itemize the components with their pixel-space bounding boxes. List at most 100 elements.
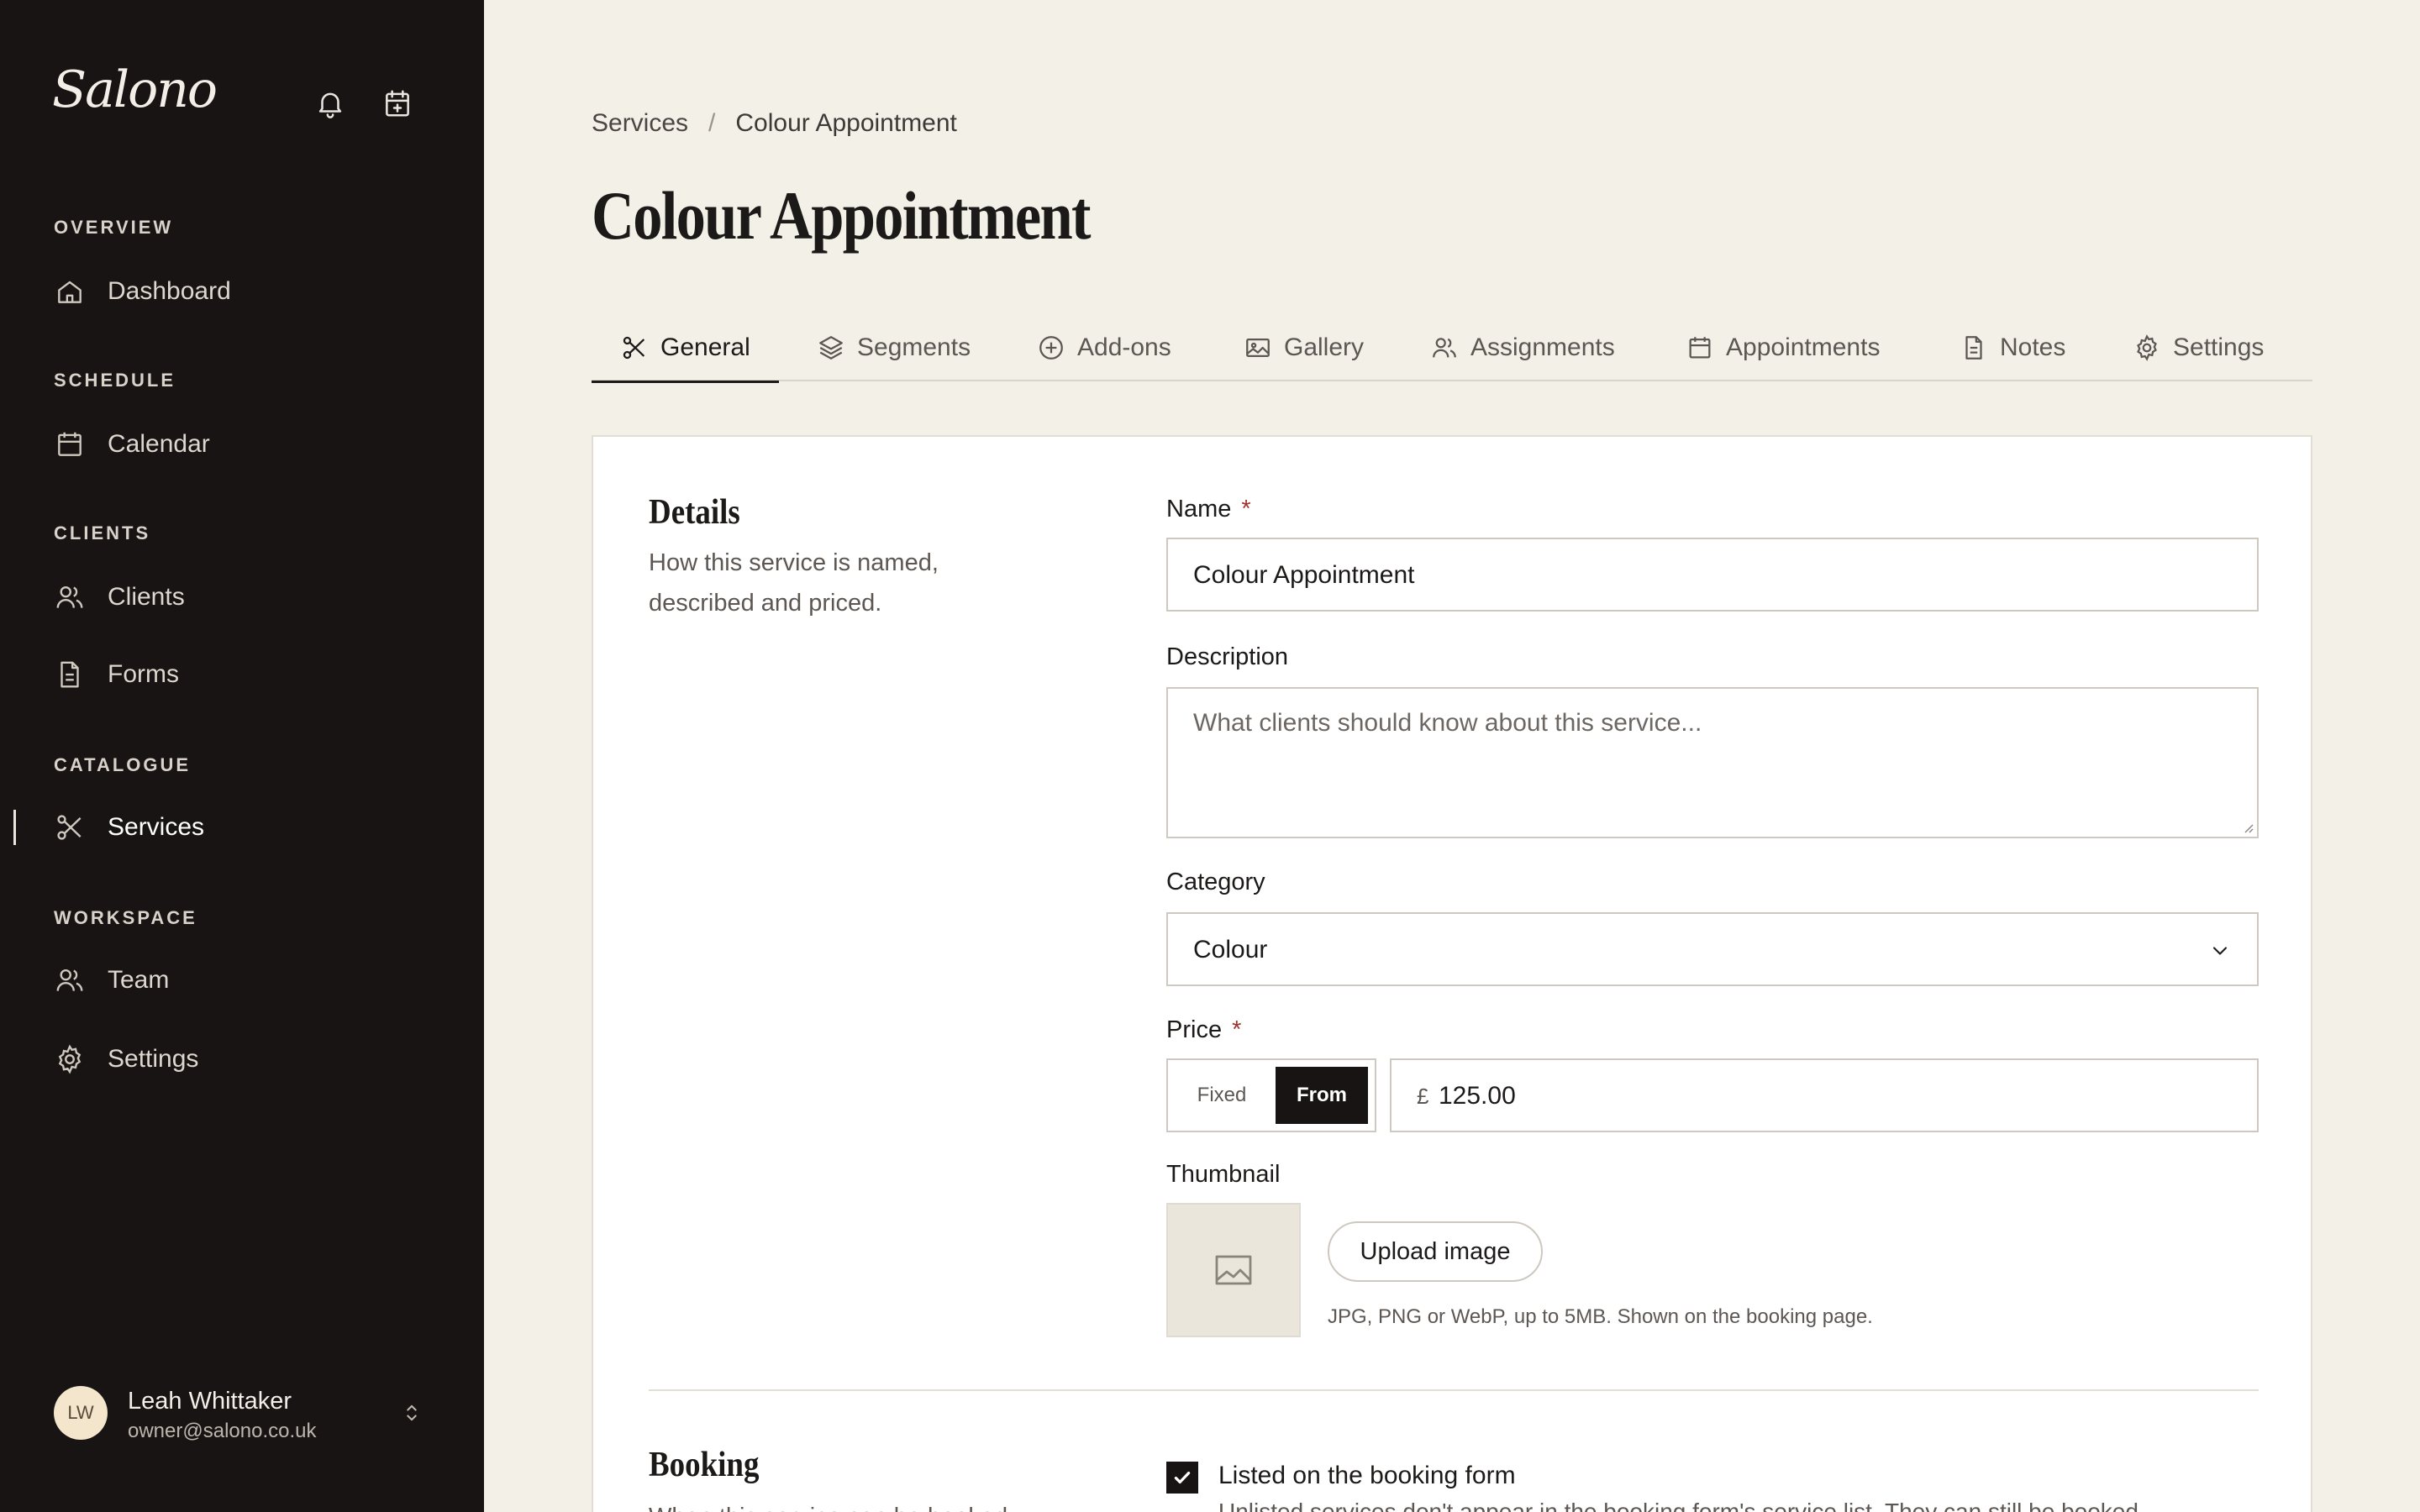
brand-logo[interactable]: Salono — [52, 60, 218, 119]
sidebar-item-calendar[interactable]: Calendar — [0, 415, 484, 474]
home-icon — [54, 276, 86, 307]
breadcrumb-separator: / — [708, 109, 716, 137]
chevron-down-icon — [2212, 947, 2228, 955]
tab-general[interactable]: General — [592, 314, 779, 383]
booking-section-title: Booking — [649, 1446, 760, 1484]
chevron-up-down-icon[interactable] — [400, 1401, 424, 1426]
breadcrumb: Services / Colour Appointment — [592, 109, 957, 138]
plus-circle-icon — [1039, 336, 1063, 360]
tab-label: Add-ons — [1077, 333, 1171, 361]
active-indicator — [13, 810, 16, 845]
description-placeholder: What clients should know about this serv… — [1193, 709, 1702, 737]
gear-icon — [2137, 334, 2157, 361]
calendar-icon — [54, 428, 86, 460]
page-title: Colour Appointment — [592, 177, 1091, 254]
user-account[interactable]: LW Leah Whittaker owner@salono.co.uk — [54, 1386, 440, 1442]
tab-label: Notes — [2000, 333, 2066, 361]
sidebar-item-label: Dashboard — [108, 277, 231, 305]
image-placeholder-icon — [1215, 1255, 1252, 1285]
users-icon — [54, 964, 86, 996]
avatar: LW — [54, 1386, 108, 1440]
price-label-text: Price — [1166, 1016, 1223, 1043]
scissors-icon — [623, 336, 645, 360]
nav-section-catalogue: CATALOGUE — [54, 754, 192, 775]
tab-gallery[interactable]: Gallery — [1244, 314, 1364, 381]
thumbnail-preview — [1166, 1203, 1301, 1337]
section-divider — [649, 1389, 2259, 1391]
details-section-description: How this service is named, described and… — [649, 549, 939, 617]
description-textarea[interactable]: What clients should know about this serv… — [1166, 687, 2259, 838]
scissors-icon — [54, 811, 86, 843]
tab-label: General — [660, 333, 750, 361]
tab-segments[interactable]: Segments — [817, 314, 971, 381]
tab-bar: General Segments Add-ons Gallery Assignm… — [592, 314, 2312, 383]
listed-help-text: Unlisted services don't appear in the bo… — [1218, 1499, 2139, 1512]
users-icon — [1433, 338, 1456, 358]
required-mark: * — [1241, 496, 1251, 522]
sidebar-item-label: Calendar — [108, 430, 210, 458]
users-icon — [54, 581, 86, 613]
tab-appointments[interactable]: Appointments — [1686, 314, 1880, 381]
sidebar-item-services[interactable]: Services — [0, 798, 484, 857]
tab-label: Assignments — [1470, 333, 1615, 361]
image-icon — [1246, 338, 1270, 358]
price-input-value: 125.00 — [1439, 1082, 1516, 1110]
tab-settings[interactable]: Settings — [2133, 314, 2264, 381]
nav-section-clients: CLIENTS — [54, 522, 151, 543]
tab-label: Gallery — [1284, 333, 1365, 361]
breadcrumb-services-link[interactable]: Services — [592, 109, 688, 138]
price-mode-fixed[interactable]: Fixed — [1175, 1067, 1269, 1124]
category-selected-value: Colour — [1193, 936, 1268, 963]
nav-section-workspace: WORKSPACE — [54, 907, 197, 928]
checkmark-icon — [1174, 1471, 1191, 1484]
tab-notes[interactable]: Notes — [1960, 314, 2065, 381]
bell-icon[interactable] — [314, 86, 346, 121]
name-input[interactable]: Colour Appointment — [1166, 538, 2259, 612]
sidebar: Salono OVERVIEW Dashboard SCHEDULE Calen… — [0, 0, 484, 1512]
required-mark: * — [1232, 1016, 1242, 1043]
category-select[interactable]: Colour — [1166, 912, 2259, 986]
resize-handle-icon[interactable] — [2240, 820, 2254, 833]
name-label: Name * — [1166, 496, 1251, 523]
name-label-text: Name — [1166, 496, 1232, 522]
sidebar-item-clients[interactable]: Clients — [0, 568, 484, 627]
name-input-value: Colour Appointment — [1193, 561, 1415, 589]
sidebar-item-label: Clients — [108, 583, 185, 611]
thumbnail-label: Thumbnail — [1166, 1161, 1281, 1188]
description-label: Description — [1166, 643, 1289, 670]
price-input[interactable]: £ 125.00 — [1390, 1058, 2259, 1132]
tab-assignments[interactable]: Assignments — [1430, 314, 1615, 381]
calendar-plus-icon[interactable] — [381, 86, 413, 121]
tab-label: Settings — [2173, 333, 2265, 361]
service-form-card: Details How this service is named, descr… — [592, 435, 2312, 1512]
gear-icon — [54, 1043, 86, 1075]
sidebar-item-dashboard[interactable]: Dashboard — [0, 262, 484, 321]
details-section-title: Details — [649, 493, 740, 532]
nav-section-schedule: SCHEDULE — [54, 370, 176, 391]
document-icon — [1965, 336, 1982, 360]
upload-hint: JPG, PNG or WebP, up to 5MB. Shown on th… — [1328, 1305, 1873, 1328]
sidebar-item-team[interactable]: Team — [0, 951, 484, 1010]
sidebar-item-forms[interactable]: Forms — [0, 645, 484, 704]
price-mode-toggle: Fixed From — [1166, 1058, 1376, 1132]
booking-section-description: When this service can be booked — [649, 1497, 1010, 1512]
sidebar-item-label: Team — [108, 966, 170, 994]
category-label: Category — [1166, 869, 1265, 895]
price-mode-from[interactable]: From — [1276, 1067, 1368, 1124]
user-email: owner@salono.co.uk — [128, 1420, 317, 1442]
listed-checkbox[interactable] — [1166, 1462, 1198, 1494]
sidebar-item-settings[interactable]: Settings — [0, 1030, 484, 1089]
currency-symbol: £ — [1417, 1084, 1429, 1109]
sidebar-item-label: Settings — [108, 1045, 199, 1073]
sidebar-item-label: Services — [108, 813, 205, 841]
upload-image-button[interactable]: Upload image — [1328, 1221, 1543, 1282]
tab-add-ons[interactable]: Add-ons — [1037, 314, 1171, 381]
tab-label: Segments — [857, 333, 971, 361]
calendar-icon — [1689, 337, 1711, 359]
tab-label: Appointments — [1726, 333, 1881, 361]
user-name: Leah Whittaker — [128, 1388, 292, 1415]
listed-label: Listed on the booking form — [1218, 1462, 1516, 1489]
document-icon — [54, 659, 86, 690]
breadcrumb-current: Colour Appointment — [735, 109, 957, 137]
price-label: Price * — [1166, 1016, 1241, 1044]
